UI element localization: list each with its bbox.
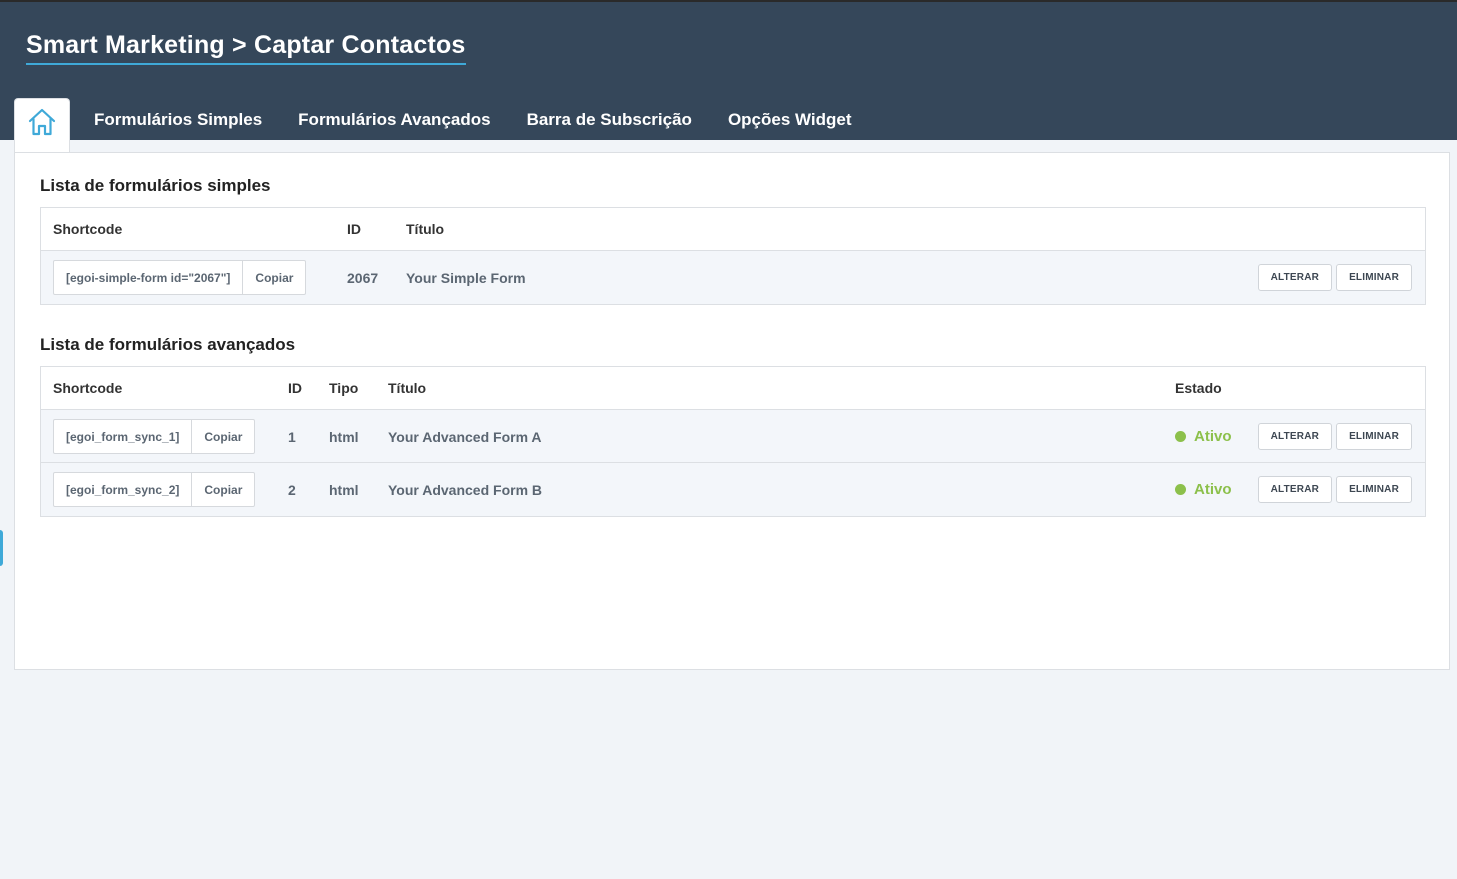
col-title: Título	[388, 380, 427, 396]
row-actions: ALTERAR ELIMINAR	[1257, 476, 1412, 503]
simple-forms-table: Shortcode ID Título [egoi-simple-form id…	[40, 207, 1426, 305]
tab-simple-forms[interactable]: Formulários Simples	[76, 98, 280, 142]
row-title: Your Advanced Form A	[388, 428, 542, 445]
delete-button[interactable]: ELIMINAR	[1336, 423, 1412, 450]
status-label: Ativo	[1194, 481, 1232, 498]
table-row: [egoi_form_sync_2] Copiar 2 html Your Ad…	[41, 463, 1425, 516]
status-badge: Ativo	[1175, 410, 1232, 463]
shortcode-group: [egoi-simple-form id="2067"] Copiar	[53, 260, 307, 295]
col-status: Estado	[1175, 380, 1222, 396]
table-row: [egoi-simple-form id="2067"] Copiar 2067…	[41, 251, 1425, 304]
shortcode-value[interactable]: [egoi_form_sync_1]	[54, 420, 193, 453]
copy-button[interactable]: Copiar	[243, 261, 305, 294]
table-header: Shortcode ID Tipo Título Estado	[41, 367, 1425, 410]
row-id: 2	[288, 481, 296, 498]
status-dot-icon	[1175, 431, 1186, 442]
status-dot-icon	[1175, 484, 1186, 495]
col-id: ID	[288, 380, 302, 396]
shortcode-value[interactable]: [egoi_form_sync_2]	[54, 473, 193, 506]
tab-home[interactable]	[14, 98, 70, 155]
col-id: ID	[347, 221, 361, 237]
row-title: Your Simple Form	[406, 269, 526, 286]
col-shortcode: Shortcode	[53, 221, 123, 237]
edit-button[interactable]: ALTERAR	[1257, 423, 1333, 450]
row-title: Your Advanced Form B	[388, 481, 543, 498]
shortcode-group: [egoi_form_sync_2] Copiar	[53, 472, 256, 507]
copy-button[interactable]: Copiar	[192, 473, 254, 506]
page-title: Smart Marketing > Captar Contactos	[26, 30, 466, 65]
shortcode-group: [egoi_form_sync_1] Copiar	[53, 419, 256, 454]
home-icon	[28, 108, 56, 136]
status-badge: Ativo	[1175, 463, 1232, 516]
col-shortcode: Shortcode	[53, 380, 123, 396]
delete-button[interactable]: ELIMINAR	[1336, 476, 1412, 503]
table-header: Shortcode ID Título	[41, 208, 1425, 251]
tab-advanced-forms[interactable]: Formulários Avançados	[280, 98, 508, 142]
row-type: html	[329, 428, 359, 445]
row-actions: ALTERAR ELIMINAR	[1257, 264, 1412, 291]
advanced-forms-heading: Lista de formulários avançados	[40, 335, 296, 354]
table-row: [egoi_form_sync_1] Copiar 1 html Your Ad…	[41, 410, 1425, 463]
row-type: html	[329, 481, 359, 498]
content-panel: Lista de formulários simples Shortcode I…	[14, 152, 1450, 670]
tab-widget-options[interactable]: Opções Widget	[710, 98, 870, 142]
tab-bar: Formulários Simples Formulários Avançado…	[14, 98, 870, 155]
simple-forms-heading: Lista de formulários simples	[40, 176, 271, 195]
advanced-forms-table: Shortcode ID Tipo Título Estado [egoi_fo…	[40, 366, 1426, 517]
edit-button[interactable]: ALTERAR	[1257, 264, 1333, 291]
tab-subscription-bar[interactable]: Barra de Subscrição	[509, 98, 710, 142]
shortcode-value[interactable]: [egoi-simple-form id="2067"]	[54, 261, 244, 294]
edit-button[interactable]: ALTERAR	[1257, 476, 1333, 503]
col-title: Título	[406, 221, 445, 237]
col-type: Tipo	[329, 380, 359, 396]
copy-button[interactable]: Copiar	[192, 420, 254, 453]
row-actions: ALTERAR ELIMINAR	[1257, 423, 1412, 450]
row-id: 1	[288, 428, 296, 445]
row-id: 2067	[347, 269, 379, 286]
delete-button[interactable]: ELIMINAR	[1336, 264, 1412, 291]
app-header: Smart Marketing > Captar Contactos Formu…	[0, 0, 1457, 155]
status-label: Ativo	[1194, 428, 1232, 445]
left-edge-handle	[0, 530, 3, 566]
